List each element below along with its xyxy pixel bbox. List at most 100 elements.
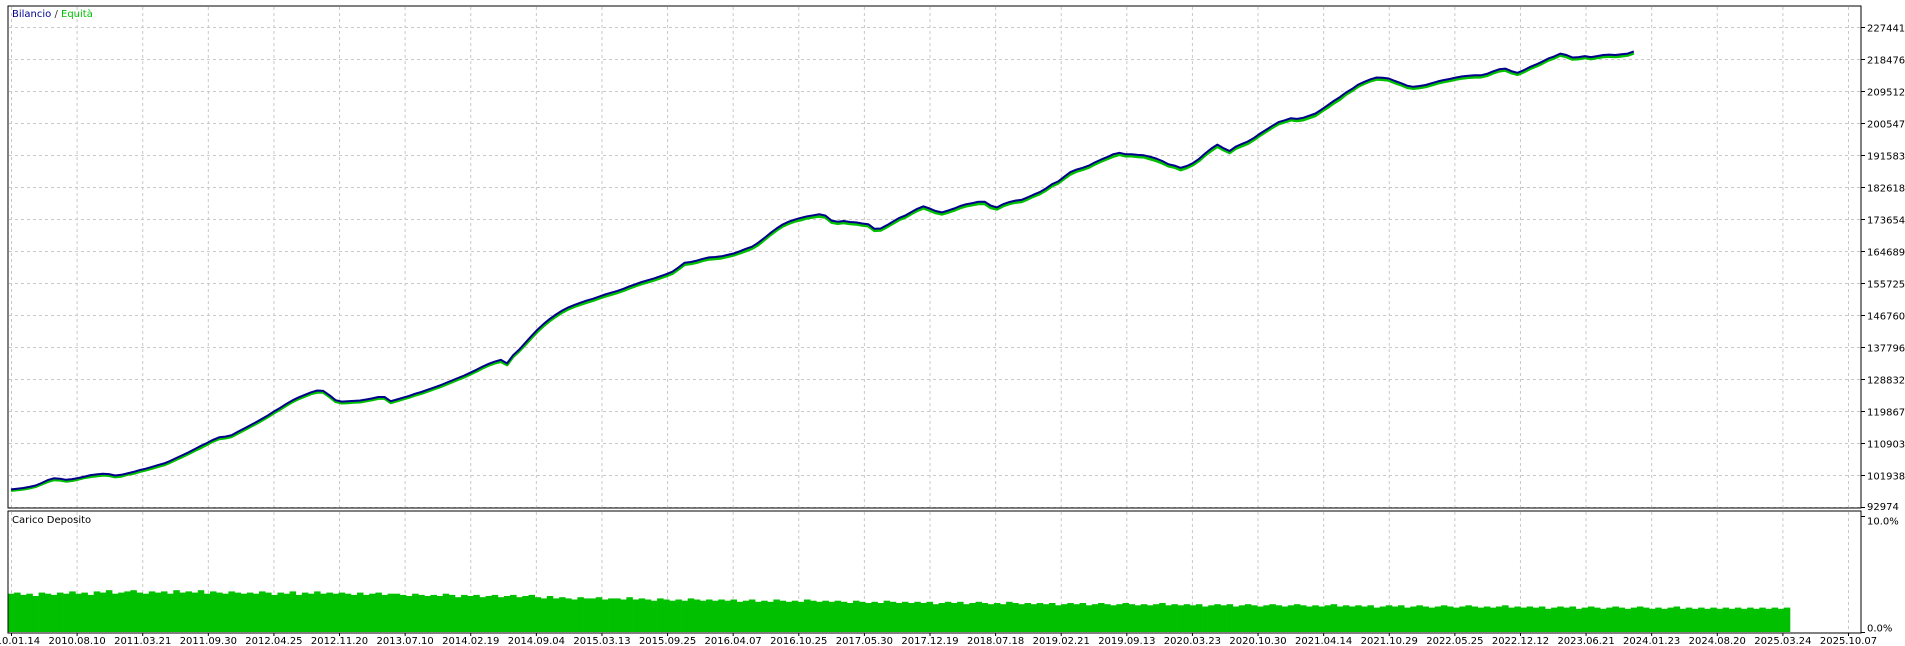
x-tick-label: 2017.05.30 [836,636,893,646]
deposit-load-bar [105,590,113,632]
deposit-load-bar [632,599,640,632]
deposit-load-bar [1434,606,1442,632]
deposit-load-bar [1489,607,1497,632]
deposit-load-bar [1783,607,1791,632]
deposit-load-bar [1012,603,1019,632]
deposit-load-bar [412,593,419,632]
deposit-load-bar [510,594,517,632]
x-tick-label: 2020.10.30 [1229,636,1286,646]
deposit-load-bar [142,593,150,632]
deposit-load-bar [957,601,964,632]
deposit-load-bar [1777,608,1785,632]
deposit-load-bar [663,599,670,632]
deposit-load-bar [920,603,927,632]
deposit-load-bar [161,591,168,632]
deposit-load-bar [448,594,456,632]
deposit-load-bar [669,600,676,632]
deposit-load-bar [571,599,578,632]
deposit-load-bar [767,601,774,632]
deposit-load-bar [455,597,462,632]
deposit-load-bar [712,600,719,632]
x-tick-label: 2012.04.25 [245,636,302,646]
deposit-load-bar [7,593,15,632]
x-tick-label: 2019.02.21 [1033,636,1090,646]
deposit-load-bar [228,591,235,632]
deposit-load-bar [761,600,768,632]
deposit-load-bar [497,597,505,632]
deposit-load-bar [1440,605,1448,632]
deposit-load-bar [706,599,713,632]
deposit-load-bar [1061,604,1068,632]
deposit-load-bar [1667,607,1674,632]
deposit-load-bar [1606,607,1613,632]
deposit-load-bar [1134,605,1142,632]
deposit-load-bar [638,598,646,632]
deposit-load-bar [1287,605,1295,632]
deposit-load-bar [963,604,970,632]
x-tick-label: 2015.09.25 [639,636,696,646]
deposit-load-bar [20,594,27,632]
deposit-load-bar [932,604,940,632]
deposit-load-bar [1587,606,1595,632]
deposit-load-bar [975,601,982,632]
deposit-load-bar [197,590,205,632]
deposit-load-bar [1067,603,1074,632]
deposit-load-bar [614,598,621,632]
deposit-load-bar [1306,606,1313,632]
deposit-load-bar [779,600,786,632]
deposit-load-bar [1324,605,1331,632]
deposit-load-bar [1600,608,1607,632]
deposit-load-bar [1251,605,1258,632]
deposit-load-bar [130,590,137,632]
svg-text:Bilancio / Equità: Bilancio / Equità [12,8,93,20]
deposit-load-bar [1557,606,1564,632]
deposit-load-bar [350,594,358,632]
deposit-load-bar [595,597,603,632]
deposit-load-bar [951,603,958,632]
deposit-load-bar [56,592,64,632]
deposit-load-bar [75,593,82,632]
deposit-load-bar [736,601,744,632]
deposit-load-bar [148,591,156,632]
x-tick-label: 2018.07.18 [967,636,1024,646]
deposit-load-bar [993,603,1001,632]
deposit-load-bar [1624,608,1632,632]
deposit-load-bar [1508,607,1515,632]
deposit-load-bar [185,591,192,632]
deposit-load-bar [1098,603,1105,632]
deposit-load-bar [853,600,860,632]
chart-background [0,0,1905,646]
deposit-load-bar [118,592,125,632]
deposit-load-bar [1551,607,1558,632]
deposit-load-bar [418,594,425,632]
deposit-load-bar [1244,604,1252,632]
deposit-load-bar [485,596,493,632]
deposit-load-bar [1630,607,1638,632]
deposit-load-bar [718,599,725,632]
x-tick-label: 2016.10.25 [770,636,827,646]
deposit-load-bar [473,594,480,632]
y-tick-label: 92974 [1867,502,1899,513]
y-tick-label: 119867 [1867,408,1905,419]
x-tick-label: 2022.05.25 [1426,636,1483,646]
deposit-load-bar [381,594,388,632]
deposit-load-bar [271,594,278,632]
deposit-load-bar [748,599,756,632]
y-tick-label: 137796 [1867,344,1905,355]
deposit-load-bar [1496,606,1503,632]
deposit-load-bar [1459,606,1466,632]
deposit-load-bar [1398,605,1405,632]
deposit-load-bar [1183,604,1191,632]
deposit-load-bar [14,592,21,632]
deposit-load-bar [583,598,591,632]
deposit-load-bar [1753,608,1760,632]
x-tick-label: 2010.08.10 [48,636,105,646]
deposit-load-bar [1698,607,1705,632]
deposit-load-bar [1275,605,1283,632]
deposit-load-bar [344,593,352,632]
deposit-load-bar [1312,605,1319,632]
deposit-load-bar [620,599,627,632]
deposit-load-bar [834,600,842,632]
deposit-load-bar [742,600,750,632]
deposit-load-bar [589,598,597,632]
